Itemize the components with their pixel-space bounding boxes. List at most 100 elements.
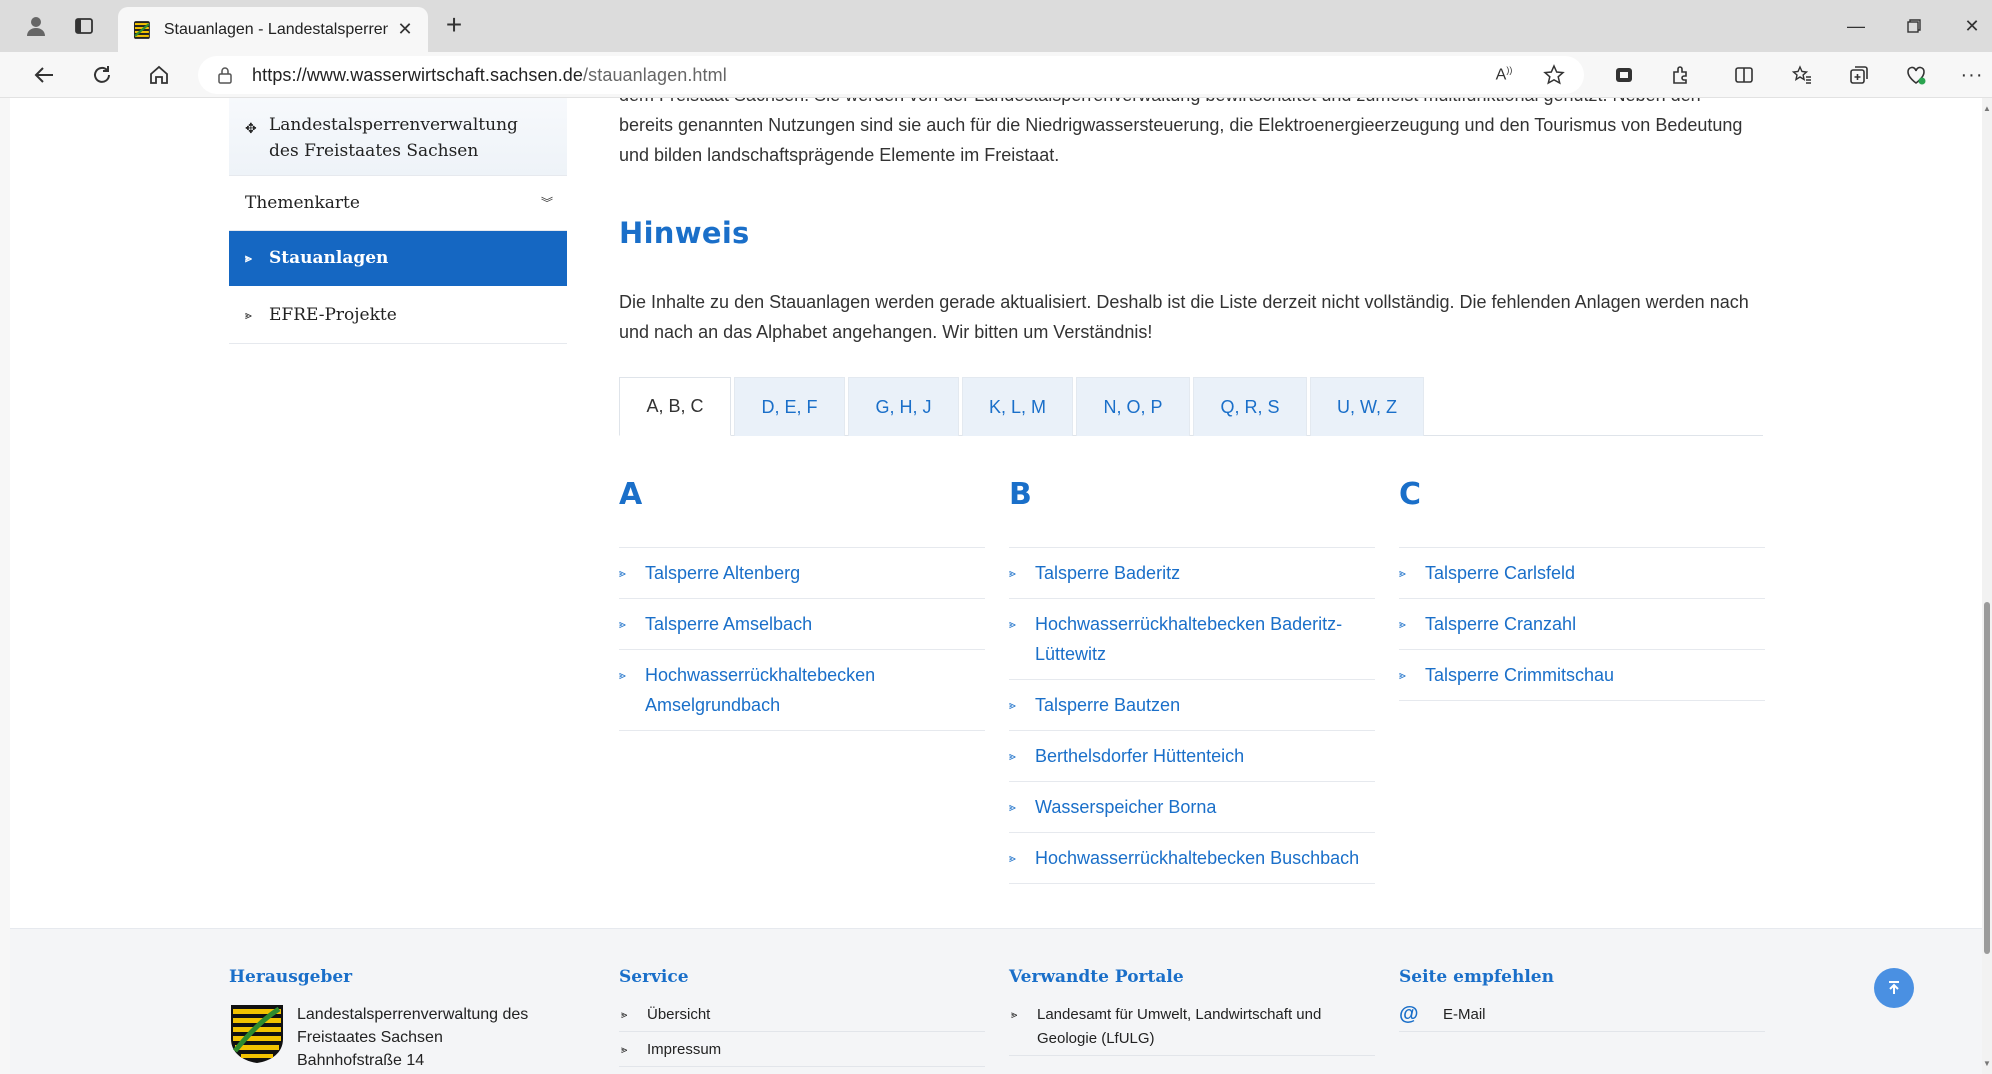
restore-icon[interactable] [1894, 10, 1934, 42]
footer-link-email[interactable]: @ E-Mail [1399, 1003, 1765, 1032]
intro-paragraph: dem Freistaat Sachsen. Sie werden von de… [619, 98, 1773, 170]
footer-link-label[interactable]: Impressum [647, 1041, 721, 1058]
footer-heading: Herausgeber [229, 967, 353, 987]
window-left-edge [0, 98, 10, 1074]
tab-qrs[interactable]: Q, R, S [1193, 377, 1307, 436]
footer-link-label[interactable]: Übersicht [647, 1006, 710, 1023]
close-tab-icon[interactable]: ✕ [396, 19, 414, 40]
footer-link-uebersicht[interactable]: ⪢ Übersicht [619, 1003, 985, 1032]
footer-empfehlen: Seite empfehlen @ E-Mail [1399, 967, 1765, 1038]
letter-column-b: B ⪢ Talsperre Baderitz ⪢ Hochwasserrückhal… [1009, 480, 1375, 884]
chevron-down-icon[interactable]: ︾ [541, 176, 553, 231]
list-item[interactable]: ⪢ Talsperre Altenberg [619, 548, 985, 599]
footer-link-label[interactable]: E-Mail [1443, 1006, 1486, 1023]
tab-nop[interactable]: N, O, P [1076, 377, 1190, 436]
list-item-label[interactable]: Berthelsdorfer Hüttenteich [1035, 746, 1244, 766]
link-arrow-icon: ⪢ [1009, 749, 1016, 763]
new-tab-button[interactable]: + [436, 8, 472, 44]
hint-heading: Hinweis [619, 216, 750, 250]
list-item-label[interactable]: Talsperre Altenberg [645, 563, 800, 583]
more-menu-icon[interactable]: ··· [1954, 57, 1990, 93]
lock-icon[interactable] [216, 66, 234, 84]
list-item-label[interactable]: Talsperre Carlsfeld [1425, 563, 1575, 583]
list-item[interactable]: ⪢ Talsperre Baderitz [1009, 548, 1375, 599]
tab-uwz[interactable]: U, W, Z [1310, 377, 1424, 436]
list-item[interactable]: ⪢ Talsperre Cranzahl [1399, 599, 1765, 650]
split-screen-icon[interactable] [1726, 57, 1762, 93]
list-item-label[interactable]: Talsperre Bautzen [1035, 695, 1180, 715]
browser-tab-bar: Stauanlagen - Landestalsperrenv ✕ + — ✕ [0, 0, 1992, 52]
nav-efre-label: EFRE-Projekte [269, 305, 397, 325]
list-item[interactable]: ⪢ Talsperre Amselbach [619, 599, 985, 650]
tab-actions-icon[interactable] [66, 8, 102, 44]
list-item-label[interactable]: Hochwasserrückhaltebecken Baderitz-Lütte… [1035, 614, 1342, 664]
list-item-label[interactable]: Hochwasserrückhaltebecken Amselgrundbach [645, 665, 875, 715]
footer-link-label[interactable]: Landesamt für Umwelt, Landwirtschaft und… [1037, 1006, 1321, 1047]
extensions-puzzle-icon[interactable] [1663, 57, 1699, 93]
tab-title: Stauanlagen - Landestalsperrenv [163, 20, 389, 38]
list-item[interactable]: ⪢ Hochwasserrückhaltebecken Baderitz-Lütt… [1009, 599, 1375, 680]
link-arrow-icon: ⪢ [619, 668, 626, 682]
footer-portale: Verwandte Portale ⪢ Landesamt für Umwelt,… [1009, 967, 1375, 1062]
collections-icon[interactable] [1841, 57, 1877, 93]
back-to-top-button[interactable] [1874, 968, 1914, 1008]
footer-link-lfulg[interactable]: ⪢ Landesamt für Umwelt, Landwirtschaft un… [1009, 1003, 1375, 1056]
list-item[interactable]: ⪢ Hochwasserrückhaltebecken Amselgrundbac… [619, 650, 985, 731]
tab-ghj[interactable]: G, H, J [848, 377, 959, 436]
nav-parent-label: Landestalsperrenverwaltung des Freistaat… [269, 115, 518, 161]
saxony-coat-of-arms-icon [231, 1005, 283, 1063]
footer-link-impressum[interactable]: ⪢ Impressum [619, 1038, 985, 1067]
list-item-label[interactable]: Hochwasserrückhaltebecken Buschbach [1035, 848, 1359, 868]
back-icon[interactable] [26, 57, 62, 93]
tab-abc[interactable]: A, B, C [619, 377, 731, 436]
scroll-down-icon[interactable]: ▼ [1983, 1059, 1991, 1068]
list-item[interactable]: ⪢ Berthelsdorfer Hüttenteich [1009, 731, 1375, 782]
footer-heading: Verwandte Portale [1009, 967, 1184, 987]
extension-shield-icon[interactable] [1606, 57, 1642, 93]
scroll-up-icon[interactable]: ▲ [1983, 104, 1991, 113]
link-arrow-icon: ⪢ [1009, 617, 1016, 631]
reload-icon[interactable] [84, 57, 120, 93]
read-aloud-icon[interactable]: A)) [1486, 57, 1522, 93]
nav-themenkarte-label: Themenkarte [245, 193, 360, 213]
list-item-label[interactable]: Talsperre Crimmitschau [1425, 665, 1614, 685]
browser-tab-active[interactable]: Stauanlagen - Landestalsperrenv ✕ [118, 7, 428, 52]
list-item[interactable]: ⪢ Hochwasserrückhaltebecken Buschbach [1009, 833, 1375, 884]
profile-icon[interactable] [18, 8, 54, 44]
link-arrow-icon: ⪢ [1011, 1009, 1018, 1021]
favorites-list-icon[interactable] [1784, 57, 1820, 93]
nav-item-themenkarte[interactable]: Themenkarte ︾ [229, 176, 567, 231]
email-at-icon: @ [1399, 1003, 1419, 1025]
favorite-star-icon[interactable] [1536, 57, 1572, 93]
link-arrow-icon: ⪢ [619, 617, 626, 631]
browser-toolbar: https://www.wasserwirtschaft.sachsen.de/… [0, 52, 1992, 98]
page-scrollbar[interactable]: ▲ ▼ [1982, 98, 1992, 1074]
tab-def[interactable]: D, E, F [734, 377, 845, 436]
address-bar[interactable]: https://www.wasserwirtschaft.sachsen.de/… [198, 56, 1584, 94]
nav-item-landestalsperrenverwaltung[interactable]: ✥ Landestalsperrenverwaltung des Freista… [229, 98, 567, 176]
list-item[interactable]: ⪢ Talsperre Bautzen [1009, 680, 1375, 731]
list-item-label[interactable]: Talsperre Amselbach [645, 614, 812, 634]
list-item-label[interactable]: Talsperre Cranzahl [1425, 614, 1576, 634]
list-item-label[interactable]: Talsperre Baderitz [1035, 563, 1180, 583]
link-arrow-icon: ⪢ [1399, 566, 1406, 580]
left-navigation: ✥ Landestalsperrenverwaltung des Freista… [229, 98, 567, 344]
publisher-line: Freistaates Sachsen [297, 1029, 443, 1046]
nav-item-efre-projekte[interactable]: ⪢ EFRE-Projekte [229, 286, 567, 344]
close-window-icon[interactable]: ✕ [1952, 10, 1992, 42]
browser-essentials-icon[interactable] [1898, 57, 1934, 93]
list-item[interactable]: ⪢ Talsperre Carlsfeld [1399, 548, 1765, 599]
minimize-icon[interactable]: — [1836, 10, 1876, 42]
link-arrow-icon: ⪢ [619, 566, 626, 580]
list-item-label[interactable]: Wasserspeicher Borna [1035, 797, 1216, 817]
list-item[interactable]: ⪢ Wasserspeicher Borna [1009, 782, 1375, 833]
list-item[interactable]: ⪢ Talsperre Crimmitschau [1399, 650, 1765, 701]
tab-klm[interactable]: K, L, M [962, 377, 1073, 436]
nav-stauanlagen-label: Stauanlagen [269, 248, 389, 268]
nav-item-stauanlagen[interactable]: ⪢ Stauanlagen [229, 231, 567, 286]
letter-column-c: C ⪢ Talsperre Carlsfeld ⪢ Talsperre Cranza… [1399, 480, 1765, 701]
letter-heading: B [1009, 480, 1375, 548]
publisher-line: Landestalsperrenverwaltung des [297, 1006, 529, 1023]
home-icon[interactable] [141, 57, 177, 93]
scroll-thumb[interactable] [1984, 602, 1990, 954]
